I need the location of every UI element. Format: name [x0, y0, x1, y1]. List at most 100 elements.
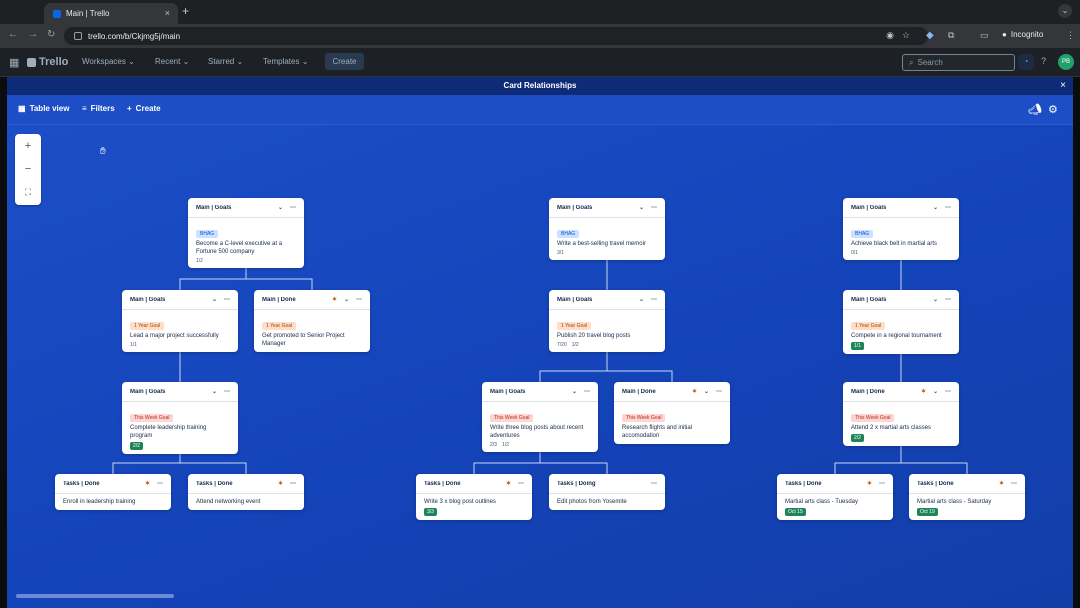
- table-view-button[interactable]: ▦ Table view: [18, 104, 69, 113]
- more-options-icon[interactable]: ⋯: [945, 388, 951, 395]
- card-list-name: Tasks | Done: [63, 480, 100, 487]
- extension-icon[interactable]: ◆: [926, 30, 934, 41]
- create-button[interactable]: Create: [325, 53, 364, 70]
- browser-tab[interactable]: Main | Trello ×: [44, 3, 178, 24]
- chevron-down-icon[interactable]: ⌄: [212, 296, 217, 303]
- party-icon: ✶: [866, 481, 872, 487]
- chevron-down-icon[interactable]: ⌄: [212, 388, 217, 395]
- chevron-down-icon[interactable]: ⌄: [933, 296, 938, 303]
- relationship-card[interactable]: Main | Goals ⌄ ⋯ BHAG Achieve black belt in …: [843, 198, 959, 260]
- help-icon[interactable]: ?: [1041, 56, 1046, 66]
- relationship-card[interactable]: Main | Goals ⌄ ⋯ 1 Year Goal Compete in a re…: [843, 290, 959, 354]
- megaphone-icon[interactable]: 📣︎: [1028, 103, 1042, 116]
- more-options-icon[interactable]: ⋯: [651, 480, 657, 487]
- tab-search-icon[interactable]: ⌄: [1058, 4, 1072, 18]
- relationship-card[interactable]: Main | Goals ⌄ ⋯ 1 Year Goal Publish 20 trav…: [549, 290, 665, 352]
- card-title: Enroll in leadership training: [63, 499, 136, 505]
- nav-workspaces[interactable]: Workspaces ⌄: [82, 57, 135, 66]
- card-list-header: Main | Goals ⌄ ⋯: [843, 198, 959, 218]
- more-options-icon[interactable]: ⋯: [716, 388, 722, 395]
- card-list-header: Main | Goals ⌄ ⋯: [843, 290, 959, 310]
- incognito-indicator[interactable]: ● Incognito: [1002, 30, 1043, 39]
- more-options-icon[interactable]: ⋯: [290, 204, 296, 211]
- card-badges: 1/1: [851, 342, 951, 350]
- forward-icon[interactable]: →: [28, 29, 38, 40]
- more-options-icon[interactable]: ⋯: [945, 296, 951, 303]
- notifications-icon[interactable]: ◔: [1018, 54, 1034, 70]
- card-title: Martial arts class - Tuesday: [785, 499, 859, 505]
- more-options-icon[interactable]: ⋯: [290, 480, 296, 487]
- card-list-header: Main | Goals ⌄ ⋯: [122, 290, 238, 310]
- party-icon: ✶: [505, 481, 511, 487]
- relationship-card[interactable]: Main | Done ✶ ⌄ ⋯ This Week Goal Research fli…: [614, 382, 730, 444]
- relationship-card[interactable]: Tasks | Done ✶ ⋯ Martial arts class - Satur…: [909, 474, 1025, 520]
- chevron-down-icon[interactable]: ⌄: [278, 204, 283, 211]
- back-icon[interactable]: ←: [8, 29, 18, 40]
- chevron-down-icon[interactable]: ⌄: [933, 388, 938, 395]
- more-options-icon[interactable]: ⋯: [945, 204, 951, 211]
- more-options-icon[interactable]: ⋯: [879, 480, 885, 487]
- site-info-icon[interactable]: [74, 32, 82, 40]
- chevron-down-icon[interactable]: ⌄: [639, 296, 644, 303]
- relationship-card[interactable]: Main | Goals ⌄ ⋯ BHAG Become a C-level execu…: [188, 198, 304, 268]
- close-icon[interactable]: ×: [1060, 77, 1066, 95]
- relationship-card[interactable]: Main | Done ✶ ⌄ ⋯ This Week Goal Attend 2 x m…: [843, 382, 959, 446]
- search-input[interactable]: ⌕ Search: [902, 54, 1015, 71]
- relationship-card[interactable]: Tasks | Doing ⋯ Edit photos from Yosemite: [549, 474, 665, 510]
- more-options-icon[interactable]: ⋯: [224, 296, 230, 303]
- relationship-card[interactable]: Tasks | Done ✶ ⋯ Write 3 x blog post outlin…: [416, 474, 532, 520]
- more-options-icon[interactable]: ⋯: [584, 388, 590, 395]
- relationship-card[interactable]: Main | Goals ⌄ ⋯ This Week Goal Complete lea…: [122, 382, 238, 454]
- card-title: Complete leadership training program: [130, 425, 207, 439]
- close-tab-icon[interactable]: ×: [165, 8, 170, 18]
- complete-badge: Oct 15: [785, 508, 806, 516]
- card-title: Edit photos from Yosemite: [557, 499, 627, 505]
- more-options-icon[interactable]: ⋯: [651, 204, 657, 211]
- trello-logo[interactable]: Trello: [27, 56, 68, 68]
- chevron-down-icon[interactable]: ⌄: [704, 388, 709, 395]
- more-options-icon[interactable]: ⋯: [651, 296, 657, 303]
- child-count-badge: 2/3: [490, 442, 497, 448]
- browser-menu-icon[interactable]: ⋮: [1066, 30, 1075, 41]
- create-card-button[interactable]: + Create: [127, 104, 161, 113]
- new-tab-button[interactable]: +: [182, 4, 189, 18]
- extensions-puzzle-icon[interactable]: ⧉: [948, 30, 954, 41]
- more-options-icon[interactable]: ⋯: [157, 480, 163, 487]
- party-icon: ✶: [998, 481, 1004, 487]
- more-options-icon[interactable]: ⋯: [224, 388, 230, 395]
- nav-recent[interactable]: Recent ⌄: [155, 57, 189, 66]
- avatar[interactable]: PB: [1058, 54, 1074, 70]
- app-switcher-icon[interactable]: ▦: [9, 56, 19, 69]
- filters-button[interactable]: ≡ Filters: [82, 104, 115, 113]
- cast-icon[interactable]: ▭: [980, 30, 989, 41]
- complete-badge: Oct 19: [917, 508, 938, 516]
- relationship-connectors: [112, 250, 968, 474]
- card-list-name: Tasks | Done: [196, 480, 233, 487]
- relationship-card[interactable]: Tasks | Done ✶ ⋯ Attend networking event: [188, 474, 304, 510]
- chevron-down-icon[interactable]: ⌄: [572, 388, 577, 395]
- nav-templates[interactable]: Templates ⌄: [263, 57, 308, 66]
- more-options-icon[interactable]: ⋯: [1011, 480, 1017, 487]
- relationship-card[interactable]: Main | Goals ⌄ ⋯ BHAG Write a best-selling t…: [549, 198, 665, 260]
- card-list-name: Main | Goals: [557, 204, 593, 211]
- gear-icon[interactable]: ⚙: [1048, 103, 1058, 116]
- address-bar[interactable]: trello.com/b/Ckjmg5j/main ◉☆: [64, 27, 928, 45]
- card-list-header: Main | Goals ⌄ ⋯: [549, 198, 665, 218]
- relationship-card[interactable]: Tasks | Done ✶ ⋯ Enroll in leadership train…: [55, 474, 171, 510]
- nav-starred[interactable]: Starred ⌄: [208, 57, 243, 66]
- chevron-down-icon[interactable]: ⌄: [639, 204, 644, 211]
- card-list-name: Tasks | Doing: [557, 480, 596, 487]
- more-options-icon[interactable]: ⋯: [518, 480, 524, 487]
- horizontal-scrollbar[interactable]: [16, 594, 174, 598]
- more-options-icon[interactable]: ⋯: [356, 296, 362, 303]
- bookmark-star-icon[interactable]: ◉☆: [886, 30, 918, 41]
- chevron-down-icon[interactable]: ⌄: [344, 296, 349, 303]
- relationship-card[interactable]: Main | Done ✶ ⌄ ⋯ 1 Year Goal Get promoted to…: [254, 290, 370, 352]
- relationship-card[interactable]: Main | Goals ⌄ ⋯ This Week Goal Write three …: [482, 382, 598, 452]
- chevron-down-icon[interactable]: ⌄: [933, 204, 938, 211]
- card-list-header: Main | Done ✶ ⌄ ⋯: [254, 290, 370, 310]
- card-title: Compete in a regional tournament: [851, 333, 942, 339]
- reload-icon[interactable]: ↻: [47, 29, 55, 40]
- relationship-card[interactable]: Main | Goals ⌄ ⋯ 1 Year Goal Lead a major pr…: [122, 290, 238, 352]
- relationship-card[interactable]: Tasks | Done ✶ ⋯ Martial arts class - Tuesd…: [777, 474, 893, 520]
